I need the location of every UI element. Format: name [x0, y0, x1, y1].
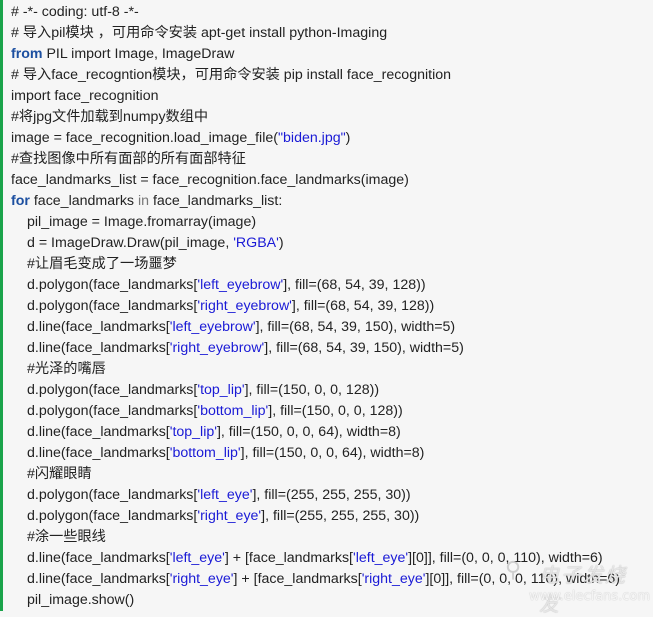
code-line: d.line(face_landmarks['right_eyebrow'], …: [11, 338, 653, 359]
code-text: pil_image.show(): [27, 592, 134, 608]
code-text: ][0]], fill=(0, 0, 0, 110), width=6): [425, 571, 620, 587]
code-text: ): [346, 130, 351, 146]
code-text: import face_recognition: [11, 88, 158, 104]
code-line: #闪耀眼睛: [11, 464, 653, 485]
code-string: 'right_eyebrow': [170, 340, 265, 356]
code-text: #将jpg文件加载到numpy数组中: [11, 109, 208, 125]
code-text: d.polygon(face_landmarks[: [27, 508, 197, 524]
code-text: ], fill=(150, 0, 0, 128)): [245, 382, 379, 398]
code-text: ], fill=(150, 0, 0, 64), width=8): [241, 445, 425, 461]
code-text: ], fill=(150, 0, 0, 128)): [268, 403, 402, 419]
code-text: #涂一些眼线: [27, 529, 106, 545]
code-keyword: from: [11, 46, 43, 62]
code-line: d = ImageDraw.Draw(pil_image, 'RGBA'): [11, 233, 653, 254]
code-line: face_landmarks_list = face_recognition.f…: [11, 170, 653, 191]
code-string: 'bottom_lip': [197, 403, 268, 419]
code-text: ][0]], fill=(0, 0, 0, 110), width=6): [408, 550, 603, 566]
code-text: d = ImageDraw.Draw(pil_image,: [27, 235, 233, 251]
code-string: 'left_eyebrow': [197, 277, 283, 293]
code-text: # 导入face_recogntion模块，可用命令安装 pip install…: [11, 67, 451, 83]
code-text: ] + [face_landmarks[: [234, 571, 362, 587]
code-text: face_landmarks_list:: [149, 193, 282, 209]
code-string: 'right_eye': [197, 508, 261, 524]
code-text: ): [279, 235, 284, 251]
code-keyword: for: [11, 193, 30, 209]
code-text: ], fill=(68, 54, 39, 128)): [292, 298, 434, 314]
code-text: # -*- coding: utf-8 -*-: [11, 4, 139, 20]
code-text: PIL import Image, ImageDraw: [43, 46, 235, 62]
code-text: d.polygon(face_landmarks[: [27, 382, 197, 398]
code-text: ] + [face_landmarks[: [225, 550, 353, 566]
code-line: pil_image = Image.fromarray(image): [11, 212, 653, 233]
code-text: d.polygon(face_landmarks[: [27, 403, 197, 419]
code-text: d.line(face_landmarks[: [27, 571, 170, 587]
code-text: d.line(face_landmarks[: [27, 319, 170, 335]
code-string: 'right_eyebrow': [197, 298, 292, 314]
code-text: ], fill=(68, 54, 39, 150), width=5): [264, 340, 464, 356]
code-string: "biden.jpg": [278, 130, 346, 146]
code-string: 'RGBA': [233, 235, 279, 251]
code-text: d.line(face_landmarks[: [27, 445, 170, 461]
code-block: # -*- coding: utf-8 -*- # 导入pil模块 ，可用命令安装…: [0, 0, 653, 611]
code-line: #让眉毛变成了一场噩梦: [11, 254, 653, 275]
code-text: face_landmarks: [30, 193, 138, 209]
code-text: pil_image = Image.fromarray(image): [27, 214, 256, 230]
code-line: #将jpg文件加载到numpy数组中: [11, 107, 653, 128]
code-string: 'left_eye': [197, 487, 252, 503]
code-string: 'right_eye': [362, 571, 426, 587]
code-line: d.polygon(face_landmarks['left_eye'], fi…: [11, 485, 653, 506]
code-string: 'right_eye': [170, 571, 234, 587]
code-line: for face_landmarks in face_landmarks_lis…: [11, 191, 653, 212]
code-text: image = face_recognition.load_image_file…: [11, 130, 278, 146]
code-line: d.polygon(face_landmarks['right_eyebrow'…: [11, 296, 653, 317]
code-line: pil_image.show(): [11, 590, 653, 611]
code-text: #光泽的嘴唇: [27, 361, 106, 377]
code-line: d.polygon(face_landmarks['bottom_lip'], …: [11, 401, 653, 422]
code-string: 'left_eye': [353, 550, 408, 566]
code-string: 'bottom_lip': [170, 445, 241, 461]
code-string: 'left_eye': [170, 550, 225, 566]
code-text: ], fill=(255, 255, 255, 30)): [252, 487, 410, 503]
code-text: #查找图像中所有面部的所有面部特征: [11, 151, 246, 167]
code-text: ], fill=(150, 0, 0, 64), width=8): [217, 424, 401, 440]
code-line: d.line(face_landmarks['bottom_lip'], fil…: [11, 443, 653, 464]
code-line: from PIL import Image, ImageDraw: [11, 44, 653, 65]
code-line: d.line(face_landmarks['left_eyebrow'], f…: [11, 317, 653, 338]
code-line: # -*- coding: utf-8 -*-: [11, 2, 653, 23]
code-line: d.polygon(face_landmarks['right_eye'], f…: [11, 506, 653, 527]
code-text: face_landmarks_list = face_recognition.f…: [11, 172, 409, 188]
code-line: d.line(face_landmarks['top_lip'], fill=(…: [11, 422, 653, 443]
code-line: #光泽的嘴唇: [11, 359, 653, 380]
code-string: 'top_lip': [197, 382, 244, 398]
code-string: 'top_lip': [170, 424, 217, 440]
code-text: #闪耀眼睛: [27, 466, 92, 482]
code-text: ], fill=(68, 54, 39, 128)): [283, 277, 425, 293]
code-text: ], fill=(68, 54, 39, 150), width=5): [256, 319, 456, 335]
code-text: d.polygon(face_landmarks[: [27, 277, 197, 293]
code-text: d.polygon(face_landmarks[: [27, 487, 197, 503]
code-line: # 导入face_recogntion模块，可用命令安装 pip install…: [11, 65, 653, 86]
code-line: d.line(face_landmarks['left_eye'] + [fac…: [11, 548, 653, 569]
code-text: d.line(face_landmarks[: [27, 424, 170, 440]
code-line: d.polygon(face_landmarks['top_lip'], fil…: [11, 380, 653, 401]
code-line: # 导入pil模块 ，可用命令安装 apt-get install python…: [11, 23, 653, 44]
code-text: ], fill=(255, 255, 255, 30)): [261, 508, 419, 524]
code-text: d.polygon(face_landmarks[: [27, 298, 197, 314]
code-text: d.line(face_landmarks[: [27, 340, 170, 356]
code-text: d.line(face_landmarks[: [27, 550, 170, 566]
code-line: d.line(face_landmarks['right_eye'] + [fa…: [11, 569, 653, 590]
code-line: import face_recognition: [11, 86, 653, 107]
code-text: # 导入pil模块 ，可用命令安装 apt-get install python…: [11, 25, 387, 41]
code-text: #让眉毛变成了一场噩梦: [27, 256, 177, 272]
code-line: #查找图像中所有面部的所有面部特征: [11, 149, 653, 170]
code-keyword: in: [138, 193, 149, 209]
code-line: #涂一些眼线: [11, 527, 653, 548]
code-line: d.polygon(face_landmarks['left_eyebrow']…: [11, 275, 653, 296]
code-string: 'left_eyebrow': [170, 319, 256, 335]
code-line: image = face_recognition.load_image_file…: [11, 128, 653, 149]
